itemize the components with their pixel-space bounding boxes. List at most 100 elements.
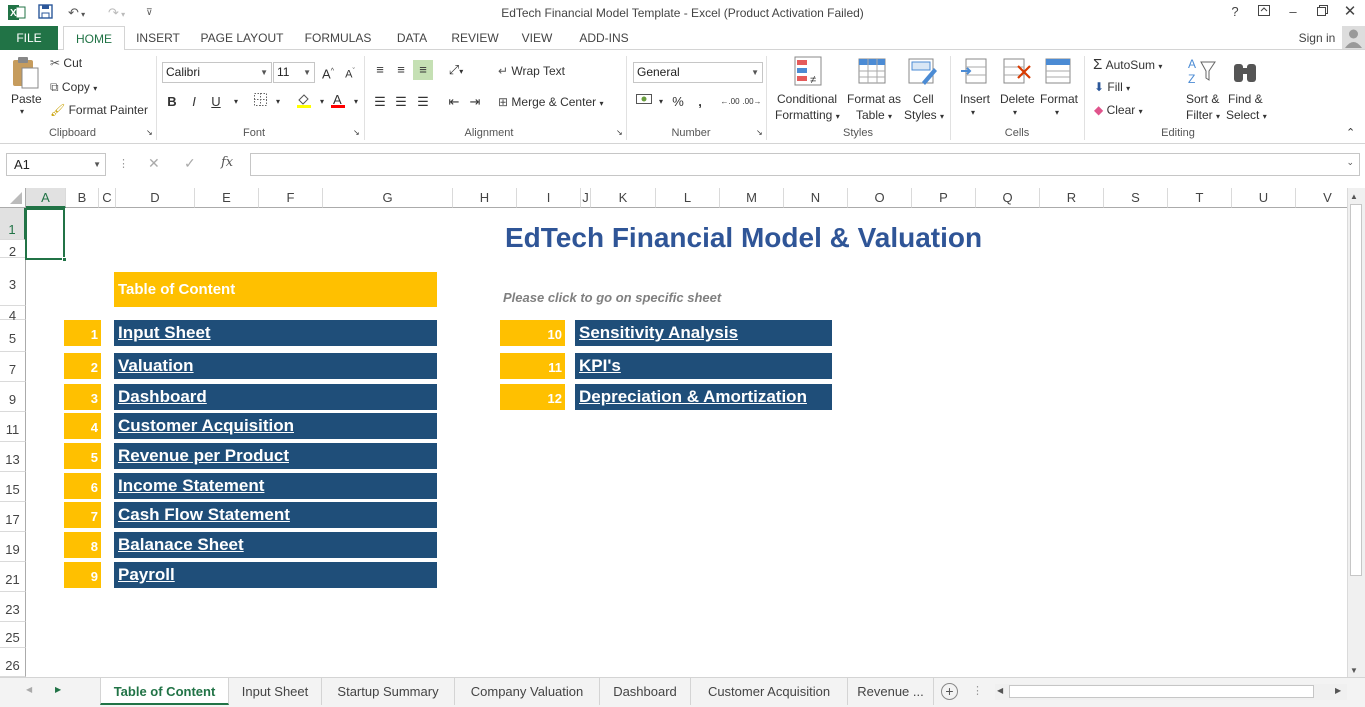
row-header[interactable]: 4 [0,306,26,323]
align-center-icon[interactable]: ☰ [391,92,411,112]
tab-review[interactable]: REVIEW [447,26,503,50]
column-header[interactable]: J [581,188,591,208]
row-header[interactable]: 1 [0,208,26,240]
format-cells-icon[interactable] [1044,56,1074,88]
toc-link[interactable]: Valuation [114,353,437,379]
toc-link[interactable]: Revenue per Product [114,443,437,469]
format-as-table-icon[interactable] [858,56,888,88]
insert-cells-icon[interactable] [960,56,990,88]
conditional-formatting-label[interactable]: Conditional [777,92,837,106]
row-header[interactable]: 5 [0,320,26,352]
sheet-tab-input-sheet[interactable]: Input Sheet [229,678,322,705]
scroll-left-icon[interactable]: ◀ [997,686,1003,695]
toc-link[interactable]: Balanace Sheet [114,532,437,558]
row-header[interactable]: 11 [0,412,26,442]
tab-formulas[interactable]: FORMULAS [300,26,376,50]
column-header[interactable]: B [66,188,99,208]
avatar[interactable] [1342,26,1365,49]
horizontal-scrollbar[interactable]: ◀ ▶ [995,684,1347,700]
active-cell[interactable] [25,208,65,260]
format-cells-button[interactable]: Format [1040,92,1078,106]
scroll-up-icon[interactable]: ▲ [1350,192,1358,201]
column-header[interactable]: O [848,188,912,208]
delete-cells-button[interactable]: Delete [1000,92,1035,106]
column-header[interactable]: C [99,188,116,208]
underline-dropdown-icon[interactable]: ▾ [226,92,246,112]
insert-cells-button[interactable]: Insert [960,92,990,106]
column-header[interactable]: N [784,188,848,208]
column-header[interactable]: A [26,188,66,208]
scroll-right-icon[interactable]: ▶ [1335,686,1341,695]
ribbon-display-icon[interactable] [1251,3,1277,21]
font-size-select[interactable]: 11 ▼ [273,62,315,83]
font-color-icon[interactable]: A [328,92,348,112]
paste-dropdown-icon[interactable]: ▾ [20,107,24,116]
paste-icon[interactable] [10,56,40,89]
increase-indent-icon[interactable]: ⇥ [465,92,485,112]
increase-decimal-icon[interactable]: ←.00 [720,92,740,112]
binoculars-icon[interactable] [1231,56,1261,88]
column-header[interactable]: V [1296,188,1347,208]
row-header[interactable]: 19 [0,532,26,562]
sort-filter-label[interactable]: Sort & [1186,92,1219,106]
autosum-button[interactable]: Σ AutoSum ▾ [1093,56,1162,73]
borders-icon[interactable] [250,92,270,112]
format-as-table-label[interactable]: Format as [847,92,901,106]
fill-button[interactable]: ⬇ Fill ▾ [1094,80,1130,94]
column-header[interactable]: D [116,188,195,208]
conditional-formatting-label-2[interactable]: Formatting ▾ [775,108,840,122]
horizontal-scroll-thumb[interactable] [1009,685,1314,698]
column-header[interactable]: L [656,188,720,208]
decrease-font-icon[interactable]: Aˇ [340,62,360,82]
column-header[interactable]: R [1040,188,1104,208]
orientation-icon[interactable]: ⤢▾ [446,60,466,80]
column-header[interactable]: F [259,188,323,208]
find-select-label[interactable]: Find & [1228,92,1263,106]
tab-page-layout[interactable]: PAGE LAYOUT [196,26,288,50]
close-icon[interactable]: ✕ [1337,3,1363,21]
confirm-entry-icon[interactable]: ✓ [184,155,196,172]
copy-button[interactable]: ⧉ Copy ▾ [50,80,97,95]
format-dropdown-icon[interactable]: ▾ [1055,108,1059,117]
alignment-launcher-icon[interactable]: ↘ [616,128,623,137]
column-header[interactable]: T [1168,188,1232,208]
clear-button[interactable]: ◆ Clear ▾ [1094,103,1143,117]
underline-button[interactable]: U [206,92,226,112]
insert-function-icon[interactable]: fx [221,155,233,170]
restore-icon[interactable] [1309,3,1335,21]
sheet-tab-startup-summary[interactable]: Startup Summary [322,678,455,705]
bold-button[interactable]: B [162,92,182,112]
conditional-formatting-icon[interactable]: ≠ [794,56,824,88]
wrap-text-button[interactable]: ↵ Wrap Text [498,64,565,78]
select-all-corner[interactable] [0,188,26,208]
worksheet-grid[interactable]: ABCDEFGHIJKLMNOPQRSTUV 1 2 3 4 5 7 9 11 13 15 17 19… [0,188,1347,677]
decrease-indent-icon[interactable]: ⇤ [444,92,464,112]
toc-link[interactable]: Cash Flow Statement [114,502,437,528]
cell-styles-label[interactable]: Cell [913,92,934,106]
toc-link[interactable]: Input Sheet [114,320,437,346]
toc-link[interactable]: Sensitivity Analysis [575,320,832,346]
number-launcher-icon[interactable]: ↘ [756,128,763,137]
align-right-icon[interactable]: ☰ [413,92,433,112]
cut-button[interactable]: ✂ Cut [50,56,82,70]
add-sheet-icon[interactable]: + [941,683,958,700]
sheet-tab-company-valuation[interactable]: Company Valuation [455,678,600,705]
column-header[interactable]: E [195,188,259,208]
scroll-down-icon[interactable]: ▼ [1350,666,1358,675]
fill-handle[interactable] [62,257,67,262]
column-header[interactable]: K [591,188,656,208]
row-header[interactable]: 2 [0,240,26,259]
sheet-tab-revenue[interactable]: Revenue ... [848,678,934,705]
tab-view[interactable]: VIEW [514,26,560,50]
row-header[interactable]: 23 [0,592,26,622]
help-button[interactable]: ? [1222,3,1248,21]
toc-link[interactable]: KPI's [575,353,832,379]
borders-dropdown-icon[interactable]: ▾ [268,92,288,112]
toc-link[interactable]: Depreciation & Amortization [575,384,832,410]
formula-input[interactable]: ⌄ [250,153,1360,176]
toc-link[interactable]: Dashboard [114,384,437,410]
align-left-icon[interactable]: ☰ [370,92,390,112]
font-color-dropdown-icon[interactable]: ▾ [346,92,366,112]
tab-data[interactable]: DATA [388,26,436,50]
toc-link[interactable]: Income Statement [114,473,437,499]
